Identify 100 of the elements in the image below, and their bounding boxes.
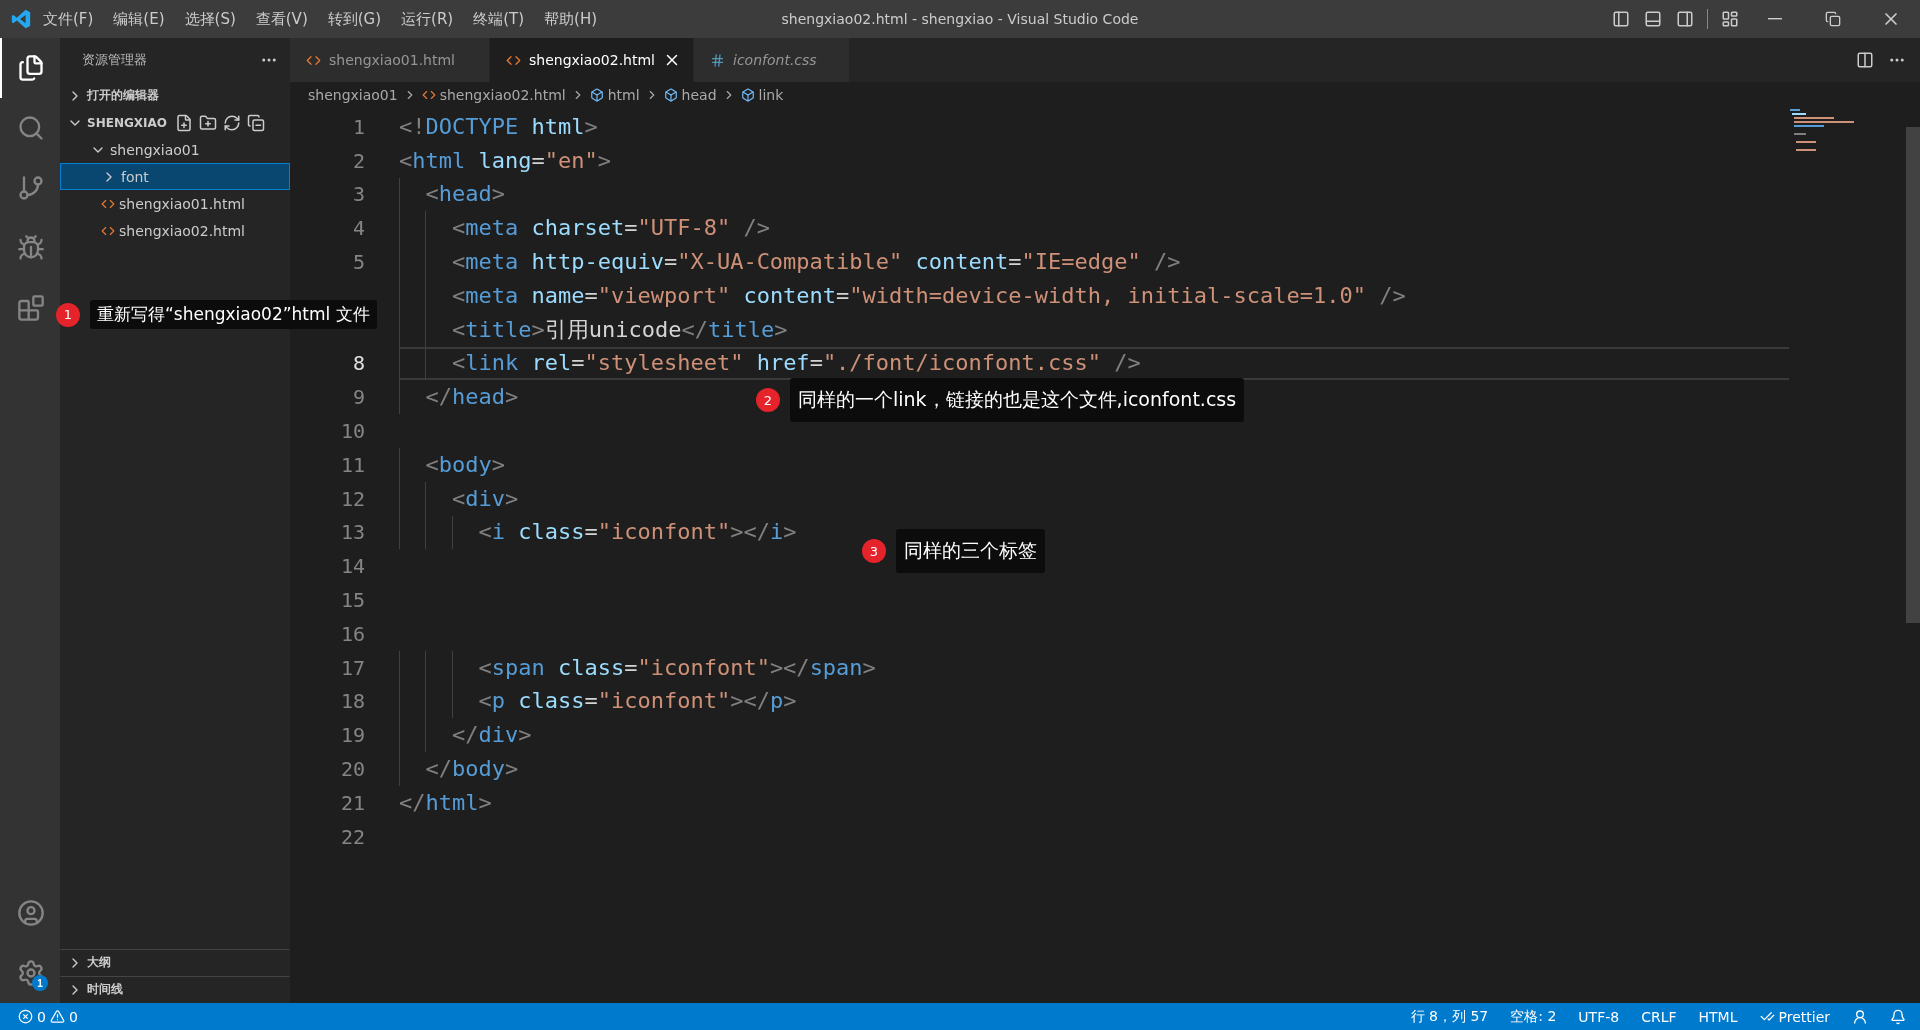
menu-item[interactable]: 查看(V): [246, 9, 317, 29]
blocks-icon: [17, 294, 45, 322]
editor-tab[interactable]: shengxiao01.html: [290, 38, 490, 82]
editor-tab[interactable]: shengxiao02.html: [490, 38, 694, 82]
panel-left-icon: [1612, 10, 1630, 28]
menu-item[interactable]: 终端(T): [464, 9, 534, 29]
file-tree-item[interactable]: font: [60, 163, 290, 190]
line-number: 12: [340, 486, 365, 511]
line-number: 16: [340, 621, 365, 646]
workspace-section[interactable]: SHENGXIAO: [60, 109, 290, 136]
code-line: <body>: [425, 450, 505, 479]
person-icon[interactable]: [1852, 1008, 1868, 1025]
code-line: <span class="iconfont"></span>: [478, 653, 876, 682]
line-number: 20: [340, 757, 365, 782]
new-folder-icon[interactable]: [199, 113, 217, 132]
line-number: 11: [340, 452, 365, 477]
status-item[interactable]: 空格: 2: [1510, 1007, 1557, 1026]
breadcrumb-item[interactable]: link: [740, 86, 784, 103]
code-line: <meta charset="UTF-8" />: [451, 214, 770, 243]
line-number: 2: [352, 148, 365, 173]
code-line: </div>: [451, 721, 532, 750]
breadcrumb-item[interactable]: shengxiao02.html: [421, 86, 566, 103]
code-line: <!DOCTYPE html>: [399, 112, 598, 141]
restore-icon: [1825, 11, 1841, 27]
line-number: 19: [340, 723, 365, 748]
menu-item[interactable]: 转到(G): [318, 9, 391, 29]
open-editors-section[interactable]: 打开的编辑器: [60, 82, 290, 109]
status-item[interactable]: Prettier: [1759, 1008, 1830, 1025]
search-icon: [17, 114, 45, 142]
file-tree-item[interactable]: shengxiao01.html: [60, 190, 290, 217]
breadcrumb-item[interactable]: html: [589, 86, 640, 103]
code-line: <meta name="viewport" content="width=device-width, initial-scale=1.0" />: [451, 281, 1406, 310]
line-number: 13: [340, 520, 365, 545]
status-item[interactable]: CRLF: [1641, 1008, 1677, 1025]
menu-item[interactable]: 选择(S): [175, 9, 245, 29]
status-item[interactable]: HTML: [1698, 1008, 1738, 1025]
split-editor-icon[interactable]: [1856, 51, 1874, 69]
cube-icon: [589, 87, 604, 102]
hash-icon: [710, 52, 725, 68]
annotation-note: 同样的三个标签: [896, 529, 1045, 573]
window-title: shengxiao02.html - shengxiao - Visual Studio Code: [781, 11, 1139, 27]
code-line: </head>: [425, 383, 519, 412]
line-number: 22: [340, 824, 365, 849]
code-line: <head>: [425, 180, 505, 209]
new-file-icon[interactable]: [175, 113, 193, 132]
menu-item[interactable]: 编辑(E): [104, 9, 174, 29]
cube-icon: [740, 87, 755, 102]
user-icon: [17, 899, 45, 927]
line-number: 10: [340, 419, 365, 444]
code-line: <title>引用unicode</title>: [451, 315, 788, 344]
code-line: <div>: [451, 484, 519, 513]
panel-bottom-icon: [1644, 10, 1662, 28]
line-number: 8: [352, 351, 365, 376]
line-number: 18: [340, 689, 365, 714]
notification-badge: 1: [32, 975, 48, 991]
menu-item[interactable]: 帮助(H): [535, 9, 607, 29]
file-tree-item[interactable]: shengxiao02.html: [60, 217, 290, 244]
error-icon: [18, 1009, 33, 1024]
line-number: 17: [340, 655, 365, 680]
bug-icon: [17, 234, 45, 262]
scrollbar-thumb[interactable]: [1906, 127, 1920, 623]
code-line: <link rel="stylesheet" href="./font/iconfont.css" />: [451, 349, 1141, 378]
collapse-all-icon[interactable]: [247, 113, 265, 132]
panel-right-icon: [1676, 10, 1694, 28]
status-item[interactable]: UTF-8: [1578, 1008, 1620, 1025]
notifications-icon[interactable]: [1890, 1008, 1906, 1025]
code-line: <i class="iconfont"></i>: [478, 518, 797, 547]
line-number: 5: [352, 250, 365, 275]
annotation-note: 同样的一个link，链接的也是这个文件,iconfont.css: [790, 378, 1245, 422]
annotation-note: 重新写得“shengxiao02”html 文件: [90, 300, 377, 329]
code-line: <meta http-equiv="X-UA-Compatible" content="IE=edge" />: [451, 248, 1181, 277]
line-number: 15: [340, 588, 365, 613]
minimize-icon: [1768, 18, 1782, 20]
settings-button[interactable]: 1: [0, 943, 60, 1003]
branch-icon: [17, 174, 45, 202]
breadcrumb-item[interactable]: shengxiao01: [308, 86, 398, 103]
sidebar-title: 资源管理器: [82, 51, 147, 69]
code-line: </body>: [425, 755, 519, 784]
status-item[interactable]: 行 8，列 57: [1410, 1007, 1489, 1026]
menu-item[interactable]: 运行(R): [392, 9, 463, 29]
line-number: 9: [352, 385, 365, 410]
line-number: 3: [352, 182, 365, 207]
cube-icon: [663, 87, 678, 102]
breadcrumb-item[interactable]: head: [663, 86, 717, 103]
files-icon: [17, 54, 45, 82]
menu-item[interactable]: 文件(F): [34, 9, 103, 29]
refresh-icon[interactable]: [223, 113, 241, 132]
layout-icon: [1721, 10, 1739, 28]
warning-icon: [49, 1009, 65, 1024]
vscode-logo-icon: [10, 8, 32, 30]
settings-icon: [17, 959, 45, 987]
problems-status[interactable]: 0 0: [18, 1008, 78, 1025]
file-tree-item[interactable]: shengxiao01: [60, 136, 290, 163]
line-number: 4: [352, 216, 365, 241]
editor-tab[interactable]: iconfont.css: [694, 38, 850, 82]
line-number: 21: [340, 790, 365, 815]
line-number: 14: [340, 554, 365, 579]
code-line: <p class="iconfont"></p>: [478, 687, 797, 716]
line-number: 1: [352, 114, 365, 139]
code-line: </html>: [399, 788, 492, 817]
